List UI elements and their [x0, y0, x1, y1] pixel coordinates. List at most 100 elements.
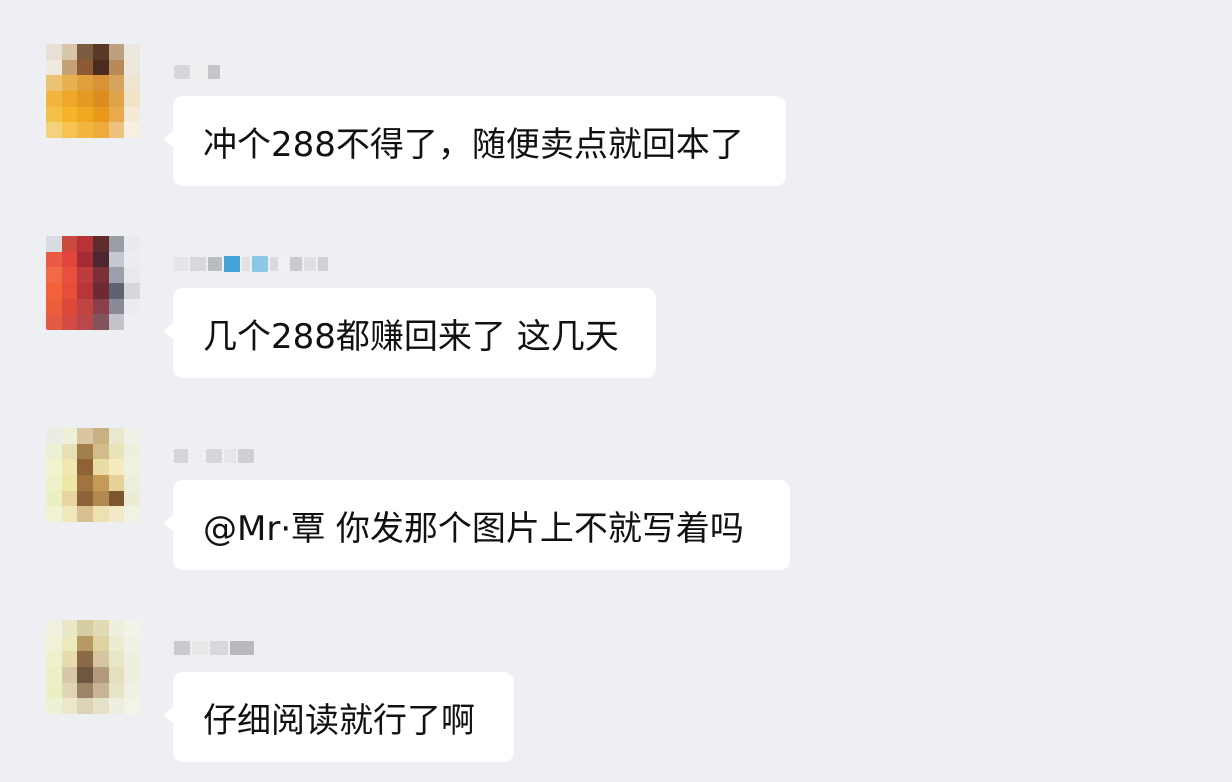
- avatar-pixel: [46, 44, 62, 60]
- avatar-pixel: [46, 298, 62, 315]
- avatar-pixel: [61, 667, 78, 683]
- name-blur-block: [174, 257, 188, 271]
- avatar-pixel: [77, 75, 93, 91]
- avatar-pixel: [108, 506, 125, 522]
- avatar-pixel: [124, 236, 140, 252]
- name-blur-block: [206, 449, 222, 463]
- avatar[interactable]: [46, 44, 140, 138]
- avatar-pixel: [77, 59, 93, 76]
- avatar-pixel: [93, 620, 109, 636]
- message-text: @Mr·覃 你发那个图片上不就写着吗: [203, 508, 744, 549]
- avatar-pixel: [46, 122, 62, 138]
- name-blur-block: [174, 641, 190, 655]
- avatar[interactable]: [46, 428, 140, 522]
- avatar-pixel: [46, 314, 62, 330]
- avatar-pixel: [124, 651, 140, 667]
- avatar-pixel: [108, 283, 125, 299]
- avatar-pixel: [61, 443, 78, 460]
- avatar-pixel: [124, 106, 140, 123]
- name-blur-block: [174, 65, 190, 79]
- avatar-pixel: [46, 682, 62, 699]
- avatar-pixel: [108, 620, 125, 636]
- avatar-pixel: [93, 443, 109, 460]
- avatar-pixel: [61, 75, 78, 91]
- avatar[interactable]: [46, 620, 140, 714]
- name-blur-block: [190, 449, 204, 463]
- avatar-pixel: [61, 44, 78, 60]
- sender-name-blurred: [174, 58, 222, 86]
- avatar-pixel: [61, 682, 78, 699]
- avatar-pixel: [77, 298, 93, 315]
- avatar-pixel: [124, 298, 140, 315]
- avatar-pixel: [93, 44, 109, 60]
- message-bubble: 仔细阅读就行了啊: [164, 672, 514, 762]
- avatar-pixel: [93, 106, 109, 123]
- avatar-pixel: [77, 475, 93, 491]
- name-blur-block: [270, 257, 278, 271]
- avatar-pixel: [61, 106, 78, 123]
- avatar-pixel: [61, 620, 78, 636]
- name-blur-block: [280, 257, 288, 271]
- avatar-pixel: [46, 475, 62, 491]
- avatar-pixel: [93, 298, 109, 315]
- avatar-pixel: [77, 267, 93, 283]
- avatar-pixel: [108, 682, 125, 699]
- avatar-pixel: [124, 44, 140, 60]
- avatar-pixel: [108, 475, 125, 491]
- avatar-pixel: [46, 251, 62, 268]
- avatar-pixel: [124, 667, 140, 683]
- avatar-pixel: [46, 667, 62, 683]
- avatar-pixel: [77, 283, 93, 299]
- avatar-pixel: [46, 698, 62, 714]
- avatar-pixel: [77, 122, 93, 138]
- name-blur-block: [224, 256, 240, 272]
- message-bubble: @Mr·覃 你发那个图片上不就写着吗: [164, 480, 790, 570]
- name-blur-block: [190, 257, 206, 271]
- avatar-pixel: [61, 506, 78, 522]
- avatar-pixel: [77, 428, 93, 444]
- avatar-pixel: [124, 698, 140, 714]
- avatar-pixel: [108, 490, 125, 507]
- avatar-pixel: [61, 428, 78, 444]
- name-blur-block: [242, 257, 250, 271]
- avatar-pixel: [77, 251, 93, 268]
- name-blur-block: [208, 65, 220, 79]
- avatar-pixel: [77, 635, 93, 652]
- name-blur-block: [252, 256, 268, 272]
- avatar-pixel: [124, 475, 140, 491]
- name-blur-block: [224, 449, 236, 463]
- avatar-pixel: [46, 59, 62, 76]
- avatar-pixel: [77, 651, 93, 667]
- avatar-pixel: [124, 59, 140, 76]
- avatar-pixel: [61, 283, 78, 299]
- sender-name-blurred: [174, 442, 256, 470]
- name-blur-block: [238, 449, 254, 463]
- avatar-pixel: [61, 475, 78, 491]
- avatar-pixel: [61, 698, 78, 714]
- name-blur-block: [290, 257, 302, 271]
- avatar-pixel: [108, 122, 125, 138]
- avatar-pixel: [124, 635, 140, 652]
- avatar-pixel: [61, 122, 78, 138]
- message-bubble: 冲个288不得了，随便卖点就回本了: [164, 96, 786, 186]
- avatar-pixel: [108, 251, 125, 268]
- avatar[interactable]: [46, 236, 140, 330]
- avatar-pixel: [124, 314, 140, 330]
- avatar-pixel: [93, 283, 109, 299]
- avatar-pixel: [93, 475, 109, 491]
- avatar-pixel: [108, 443, 125, 460]
- avatar-pixel: [108, 236, 125, 252]
- avatar-pixel: [124, 75, 140, 91]
- avatar-pixel: [124, 620, 140, 636]
- avatar-pixel: [124, 506, 140, 522]
- avatar-pixel: [46, 459, 62, 475]
- avatar-pixel: [93, 314, 109, 330]
- avatar-pixel: [77, 314, 93, 330]
- avatar-pixel: [46, 490, 62, 507]
- name-blur-block: [318, 257, 328, 271]
- avatar-pixel: [46, 651, 62, 667]
- avatar-pixel: [61, 490, 78, 507]
- avatar-pixel: [124, 267, 140, 283]
- avatar-pixel: [93, 75, 109, 91]
- avatar-pixel: [77, 91, 93, 107]
